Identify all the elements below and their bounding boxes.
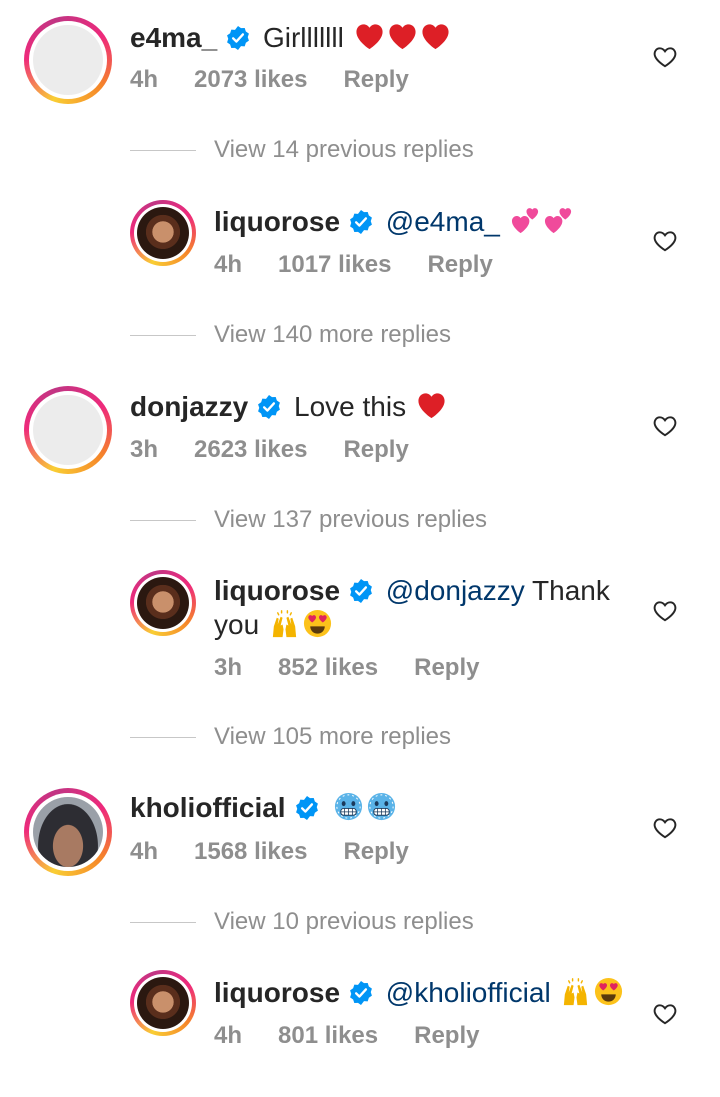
raising-hands-icon xyxy=(269,608,300,639)
heart-eyes-icon xyxy=(593,976,624,1007)
reply-time: 3h xyxy=(214,654,243,681)
like-heart-icon[interactable] xyxy=(652,228,678,254)
two-hearts-icon xyxy=(510,205,541,236)
comment-likes[interactable]: 2623 likes xyxy=(194,436,307,463)
reply-button[interactable]: Reply xyxy=(427,251,492,278)
avatar-image xyxy=(137,977,189,1029)
reply-meta: 3h 852 likes Reply xyxy=(214,654,515,682)
comment-username[interactable]: kholiofficial xyxy=(130,792,286,823)
reply-text: Thank xyxy=(532,575,610,606)
comment-meta: 4h 2073 likes Reply xyxy=(130,66,445,94)
mention-link[interactable]: @e4ma_ xyxy=(386,206,500,237)
avatar-image xyxy=(33,797,103,867)
reply-button[interactable]: Reply xyxy=(414,654,479,681)
view-more-replies[interactable]: View 140 more replies xyxy=(130,321,451,351)
mention-link[interactable]: @donjazzy xyxy=(386,575,525,606)
view-previous-replies[interactable]: View 137 previous replies xyxy=(130,506,487,536)
comment-time: 4h xyxy=(130,838,159,865)
reply-time: 4h xyxy=(214,1022,243,1049)
avatar-image xyxy=(137,577,189,629)
red-heart-icon xyxy=(387,21,418,52)
view-previous-replies[interactable]: View 10 previous replies xyxy=(130,908,474,938)
cold-face-icon xyxy=(366,791,397,822)
comment-time: 4h xyxy=(130,66,159,93)
comment-username[interactable]: donjazzy xyxy=(130,391,248,422)
avatar-image xyxy=(137,207,189,259)
view-previous-replies[interactable]: View 14 previous replies xyxy=(130,136,474,166)
verified-badge-icon xyxy=(225,25,251,51)
verified-badge-icon xyxy=(256,394,282,420)
comment-likes[interactable]: 1568 likes xyxy=(194,838,307,865)
comment-e4ma: e4ma_ Girlllllll 4h 2073 likes Reply View … xyxy=(0,0,720,360)
comment-time: 3h xyxy=(130,436,159,463)
verified-badge-icon xyxy=(348,578,374,604)
divider xyxy=(130,922,196,924)
raising-hands-icon xyxy=(560,976,591,1007)
reply-username[interactable]: liquorose xyxy=(214,206,340,237)
like-heart-icon[interactable] xyxy=(652,598,678,624)
reply-meta: 4h 801 likes Reply xyxy=(214,1022,515,1050)
reply-time: 4h xyxy=(214,251,243,278)
reply-username[interactable]: liquorose xyxy=(214,575,340,606)
view-more-replies[interactable]: View 105 more replies xyxy=(130,723,451,753)
heart-eyes-icon xyxy=(302,608,333,639)
comment-meta: 4h 1568 likes Reply xyxy=(130,838,445,866)
reply-meta: 4h 1017 likes Reply xyxy=(214,251,529,279)
comment-text: Love this xyxy=(294,391,407,422)
cold-face-icon xyxy=(333,791,364,822)
like-heart-icon[interactable] xyxy=(652,1001,678,1027)
divider xyxy=(130,520,196,522)
two-hearts-icon xyxy=(543,205,574,236)
mention-link[interactable]: @kholiofficial xyxy=(386,977,551,1008)
reply-likes[interactable]: 1017 likes xyxy=(278,251,391,278)
comment-donjazzy: donjazzy Love this 3h 2623 likes Reply Vie… xyxy=(0,370,720,770)
like-heart-icon[interactable] xyxy=(652,815,678,841)
red-heart-icon xyxy=(416,390,447,421)
reply-button[interactable]: Reply xyxy=(343,436,408,463)
reply-button[interactable]: Reply xyxy=(414,1022,479,1049)
divider xyxy=(130,335,196,337)
reply-button[interactable]: Reply xyxy=(343,66,408,93)
verified-badge-icon xyxy=(348,209,374,235)
like-heart-icon[interactable] xyxy=(652,413,678,439)
divider xyxy=(130,150,196,152)
comment-kholiofficial: kholiofficial 4h 1568 likes Reply View 10 … xyxy=(0,772,720,1097)
avatar-placeholder-icon xyxy=(33,395,103,465)
avatar[interactable] xyxy=(130,200,196,266)
like-heart-icon[interactable] xyxy=(652,44,678,70)
comment-text: Girlllllll xyxy=(262,22,344,53)
red-heart-icon xyxy=(420,21,451,52)
comment-username[interactable]: e4ma_ xyxy=(130,22,217,53)
avatar[interactable] xyxy=(130,570,196,636)
avatar[interactable] xyxy=(130,970,196,1036)
verified-badge-icon xyxy=(348,980,374,1006)
reply-text-continued: you xyxy=(214,609,260,640)
comment-meta: 3h 2623 likes Reply xyxy=(130,436,445,464)
avatar-placeholder-icon xyxy=(33,25,103,95)
avatar[interactable] xyxy=(24,788,112,876)
reply-button[interactable]: Reply xyxy=(343,838,408,865)
reply-likes[interactable]: 852 likes xyxy=(278,654,378,681)
comment-likes[interactable]: 2073 likes xyxy=(194,66,307,93)
verified-badge-icon xyxy=(294,795,320,821)
red-heart-icon xyxy=(354,21,385,52)
reply-likes[interactable]: 801 likes xyxy=(278,1022,378,1049)
divider xyxy=(130,737,196,739)
avatar[interactable] xyxy=(24,386,112,474)
reply-username[interactable]: liquorose xyxy=(214,977,340,1008)
avatar[interactable] xyxy=(24,16,112,104)
